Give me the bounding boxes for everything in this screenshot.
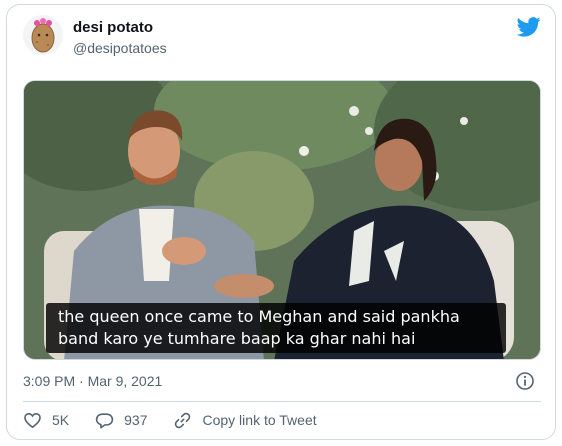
timestamp-row: 3:09 PM · Mar 9, 2021 xyxy=(23,371,541,391)
handle[interactable]: @desipotatoes xyxy=(73,39,167,57)
heart-icon xyxy=(24,412,41,428)
divider xyxy=(23,401,541,402)
link-icon xyxy=(175,412,191,428)
tweet-timestamp[interactable]: 3:09 PM · Mar 9, 2021 xyxy=(23,373,162,389)
reply-bubble-icon xyxy=(95,412,114,428)
tweet-card[interactable]: desi potato @desipotatoes the queen once… xyxy=(6,4,556,440)
subtitle-line-1: the queen once came to Meghan and said p… xyxy=(58,307,460,326)
tweet-media-image[interactable]: the queen once came to Meghan and said p… xyxy=(23,80,541,360)
author-info[interactable]: desi potato @desipotatoes xyxy=(73,19,167,57)
like-button[interactable]: 5K xyxy=(23,410,69,430)
reply-count: 937 xyxy=(124,412,148,428)
tweet-actions: 5K 937 Copy link to Tweet xyxy=(23,409,343,431)
copy-link-label: Copy link to Tweet xyxy=(202,412,317,428)
reply-button[interactable]: 937 xyxy=(95,410,147,430)
twitter-bird-icon[interactable] xyxy=(517,17,541,37)
info-icon[interactable] xyxy=(515,371,535,391)
like-count: 5K xyxy=(52,412,70,428)
display-name[interactable]: desi potato xyxy=(73,19,167,37)
video-subtitle: the queen once came to Meghan and said p… xyxy=(46,303,506,353)
copy-link-button[interactable]: Copy link to Tweet xyxy=(173,410,317,430)
subtitle-line-2: band karo ye tumhare baap ka ghar nahi h… xyxy=(58,329,416,348)
potato-avatar-icon xyxy=(31,18,55,53)
avatar[interactable] xyxy=(23,15,63,55)
